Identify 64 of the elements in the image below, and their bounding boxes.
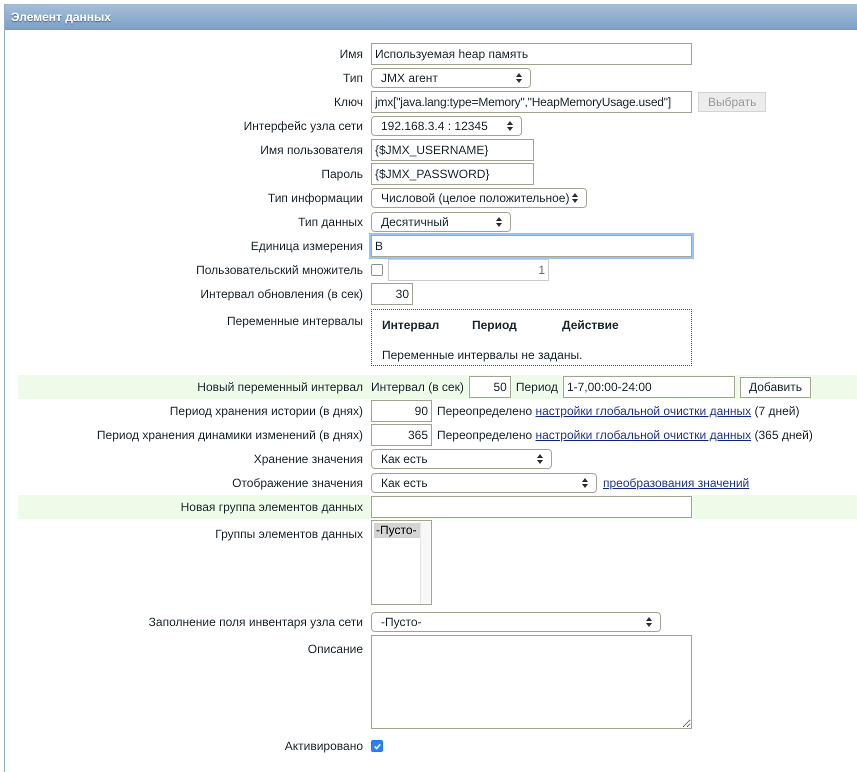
field-label: Новая группа элементов данных: [180, 499, 363, 516]
field-label: Активировано: [284, 738, 363, 755]
description-field[interactable]: [371, 635, 692, 729]
days-field[interactable]: 90: [371, 400, 432, 422]
interval-label: Интервал (в сек): [371, 379, 464, 396]
field-label: Заполнение поля инвентаря узла сети: [148, 614, 363, 631]
dropdown[interactable]: Как есть: [371, 473, 597, 493]
up-down-arrows-icon: [496, 217, 502, 227]
dropdown[interactable]: Числовой (целое положительное): [371, 188, 587, 208]
field-label: Тип данных: [298, 214, 363, 231]
empty-message: Переменные интервалы не заданы.: [382, 347, 584, 364]
up-down-arrows-icon: [582, 478, 588, 488]
dropdown[interactable]: Десятичный: [371, 212, 511, 232]
field-label: Отображение значения: [232, 475, 363, 492]
link[interactable]: настройки глобальной очистки данных: [536, 428, 752, 442]
add-button[interactable]: Добавить: [740, 376, 811, 398]
link[interactable]: настройки глобальной очистки данных: [536, 404, 752, 418]
key-field[interactable]: jmx["java.lang:type=Memory","HeapMemoryUsage.used"]: [371, 91, 692, 113]
days-field[interactable]: 365: [371, 424, 432, 446]
number-field[interactable]: 30: [371, 283, 413, 305]
text-field[interactable]: B: [371, 235, 692, 257]
field-label: Интервал обновления (в сек): [200, 286, 363, 303]
text-field[interactable]: Используемая heap память: [371, 43, 692, 65]
field-label: Имя пользователя: [260, 142, 363, 159]
field-label: Тип: [342, 70, 363, 87]
field-label: Ключ: [334, 94, 363, 111]
period-field[interactable]: 1-7,00:00-24:00: [562, 376, 735, 398]
field-label: Описание: [308, 641, 363, 658]
up-down-arrows-icon: [646, 617, 652, 627]
override-note: Переопределено настройки глобальной очистки данных (365 дней): [437, 427, 813, 444]
field-label: Тип информации: [268, 190, 363, 207]
checkbox[interactable]: [371, 264, 383, 276]
override-note: Переопределено настройки глобальной очистки данных (7 дней): [437, 403, 800, 420]
field-label: Новый переменный интервал: [197, 379, 363, 396]
dropdown[interactable]: -Пусто-: [371, 612, 661, 632]
column-header: Действие: [562, 317, 620, 334]
dropdown[interactable]: JMX агент: [371, 68, 531, 88]
field-label: Переменные интервалы: [226, 313, 363, 330]
up-down-arrows-icon: [516, 73, 522, 83]
interval-field[interactable]: 50: [468, 376, 511, 398]
text-field[interactable]: {$JMX_PASSWORD}: [371, 163, 534, 185]
list-box[interactable]: -Пусто-: [371, 520, 432, 605]
checkbox[interactable]: [371, 740, 383, 752]
up-down-arrows-icon: [537, 454, 543, 464]
field-label: Группы элементов данных: [215, 526, 363, 543]
field-label: Интерфейс узла сети: [244, 118, 363, 135]
dropdown[interactable]: 192.168.3.4 : 12345: [371, 116, 522, 136]
field-label: Период хранения истории (в днях): [170, 403, 363, 420]
list-item[interactable]: -Пусто-: [374, 523, 420, 538]
text-field[interactable]: [371, 496, 692, 518]
field-label: Имя: [340, 46, 363, 63]
link[interactable]: преобразования значений: [603, 474, 750, 492]
up-down-arrows-icon: [507, 121, 513, 131]
multiplier-field[interactable]: 1: [388, 259, 549, 281]
dropdown[interactable]: Как есть: [371, 449, 552, 469]
field-label: Единица измерения: [250, 238, 363, 255]
field-label: Период хранения динамики изменений (в днях): [96, 427, 363, 444]
field-label: Хранение значения: [254, 451, 363, 468]
period-label: Период: [516, 379, 558, 396]
field-label: Пользовательский множитель: [196, 262, 363, 279]
text-field[interactable]: {$JMX_USERNAME}: [371, 139, 534, 161]
field-label: Пароль: [321, 166, 363, 183]
up-down-arrows-icon: [572, 193, 578, 203]
panel-title: Элемент данных: [11, 9, 111, 26]
